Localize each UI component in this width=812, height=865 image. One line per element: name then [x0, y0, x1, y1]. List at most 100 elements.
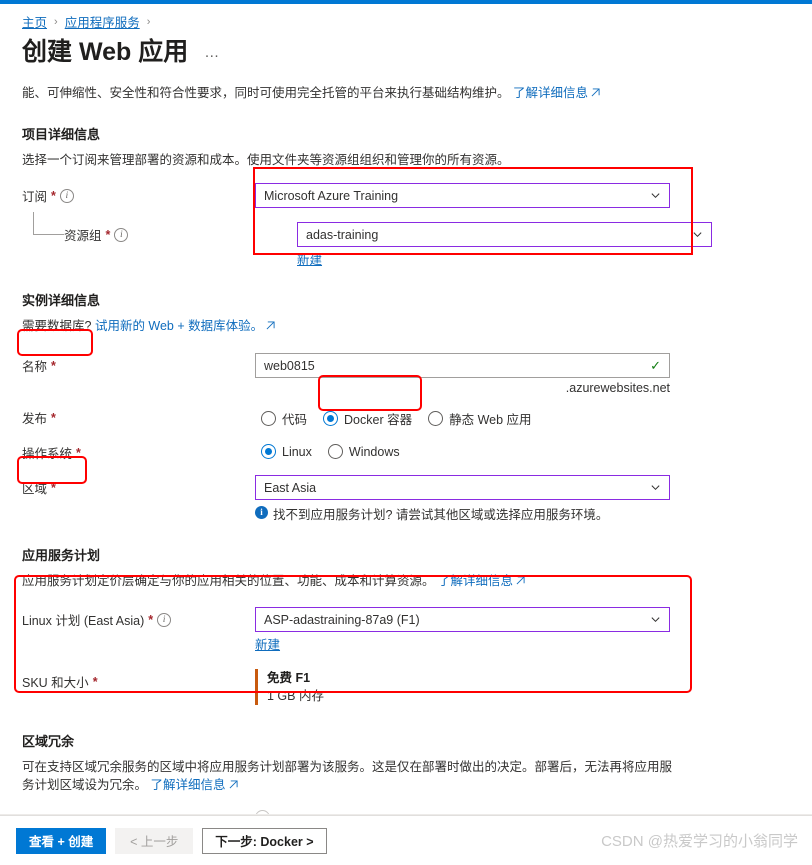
external-link-icon	[229, 780, 238, 789]
breadcrumb-separator: ›	[54, 15, 58, 28]
required-marker: *	[148, 612, 154, 627]
sku-summary[interactable]: 免费 F1 1 GB 内存	[255, 669, 796, 705]
blade-description-text: 能、可伸缩性、安全性和符合性要求，同时可使用完全托管的平台来执行基础结构维护。	[22, 86, 510, 100]
review-create-button[interactable]: 查看 + 创建	[16, 827, 107, 854]
region-select[interactable]: East Asia	[255, 475, 670, 500]
watermark: CSDN @热爱学习的小翁同学	[601, 833, 798, 850]
app-service-plan-description: 应用服务计划定价层确定与你的应用相关的位置、功能、成本和计算资源。 了解详细信息	[22, 572, 796, 590]
external-link-icon	[266, 321, 275, 330]
subscription-label-text: 订阅	[22, 190, 48, 204]
subscription-select[interactable]: Microsoft Azure Training	[255, 183, 670, 208]
radio-icon-code	[261, 411, 276, 426]
title-row: 创建 Web 应用 …	[22, 37, 796, 67]
operating-system-label-text: 操作系统	[22, 447, 73, 461]
instance-details-heading: 实例详细信息	[22, 293, 101, 308]
publish-label: 发布 *	[22, 405, 255, 427]
linux-plan-value: ASP-adastraining-87a9 (F1)	[264, 612, 420, 627]
radio-icon-windows	[327, 444, 343, 459]
publish-option-docker[interactable]: Docker 容器	[317, 406, 418, 431]
region-label-text: 区域	[22, 482, 48, 496]
breadcrumb-separator-2: ›	[146, 15, 151, 28]
page-title: 创建 Web 应用	[22, 38, 189, 66]
region-label: 区域 *	[22, 475, 255, 497]
app-service-plan-description-text: 应用服务计划定价层确定与你的应用相关的位置、功能、成本和计算资源。	[22, 574, 435, 588]
region-value: East Asia	[264, 480, 317, 495]
resource-group-field: adas-training 新建	[297, 222, 796, 268]
breadcrumb-item-app-services[interactable]: 应用程序服务	[65, 12, 140, 31]
subscription-label: 订阅 * i	[22, 183, 255, 205]
region-info-text: 找不到应用服务计划? 请尝试其他区域或选择应用服务环境。	[273, 508, 609, 522]
name-label: 名称 *	[22, 353, 255, 375]
learn-more-link-plan[interactable]: 了解详细信息	[438, 574, 513, 588]
publish-row: 发布 * 代码 Docker 容器 静态 Web 应用	[22, 405, 796, 431]
tree-connector	[33, 212, 64, 235]
linux-plan-label: Linux 计划 (East Asia) * i	[22, 607, 255, 629]
next-docker-button[interactable]: 下一步: Docker >	[202, 827, 327, 854]
publish-option-code-label: 代码	[282, 413, 308, 427]
required-marker: *	[51, 410, 56, 425]
resource-group-value: adas-training	[306, 227, 379, 242]
more-options-button[interactable]: …	[204, 44, 221, 67]
sku-row: SKU 和大小 * 免费 F1 1 GB 内存	[22, 669, 796, 705]
name-row: 名称 * web0815 ✓ .azurewebsites.net	[22, 353, 796, 395]
required-marker: *	[92, 674, 98, 689]
info-icon[interactable]: i	[157, 612, 172, 627]
publish-option-code[interactable]: 代码	[255, 406, 313, 431]
chevron-down-icon	[650, 190, 661, 201]
learn-more-link-header[interactable]: 了解详细信息	[513, 86, 588, 100]
breadcrumb-item-home[interactable]: 主页	[22, 12, 47, 31]
subscription-row: 订阅 * i Microsoft Azure Training	[22, 183, 796, 208]
name-input[interactable]: web0815 ✓	[255, 353, 670, 378]
os-option-windows-label: Windows	[348, 444, 400, 459]
required-marker: *	[105, 227, 111, 242]
resource-group-row: 资源组 * i adas-training 新建	[22, 212, 796, 268]
publish-option-static-web-app[interactable]: 静态 Web 应用	[422, 406, 537, 431]
subscription-field: Microsoft Azure Training	[255, 183, 796, 208]
operating-system-label: 操作系统 *	[22, 440, 255, 462]
subscription-value: Microsoft Azure Training	[264, 188, 399, 203]
external-link-icon	[591, 88, 600, 97]
publish-field: 代码 Docker 容器 静态 Web 应用	[255, 405, 796, 431]
learn-more-link-zone[interactable]: 了解详细信息	[151, 778, 226, 792]
region-info-message: i 找不到应用服务计划? 请尝试其他区域或选择应用服务环境。	[255, 504, 796, 523]
database-prompt: 需要数据库? 试用新的 Web + 数据库体验。	[22, 317, 796, 335]
radio-icon-docker-selected	[323, 411, 339, 426]
sku-field: 免费 F1 1 GB 内存	[255, 669, 796, 705]
os-option-windows[interactable]: Windows	[322, 441, 406, 462]
operating-system-radio-group: Linux Windows	[255, 440, 796, 462]
linux-plan-label-text: Linux 计划 (East Asia)	[22, 614, 145, 628]
sku-tier-name: 免费 F1	[267, 671, 311, 685]
info-icon[interactable]: i	[114, 227, 129, 242]
create-new-plan-link[interactable]: 新建	[255, 634, 280, 653]
chevron-down-icon	[692, 229, 703, 240]
linux-plan-row: Linux 计划 (East Asia) * i ASP-adastrainin…	[22, 607, 796, 653]
required-marker: *	[76, 445, 81, 460]
publish-option-static-label: 静态 Web 应用	[449, 413, 532, 427]
name-suffix: .azurewebsites.net	[565, 381, 670, 395]
create-new-resource-group-link[interactable]: 新建	[297, 249, 322, 268]
linux-plan-select[interactable]: ASP-adastraining-87a9 (F1)	[255, 607, 670, 632]
os-option-linux[interactable]: Linux	[255, 441, 318, 462]
region-field: East Asia i 找不到应用服务计划? 请尝试其他区域或选择应用服务环境。	[255, 475, 796, 523]
try-web-database-link[interactable]: 试用新的 Web + 数据库体验。	[95, 319, 263, 333]
zone-redundancy-description: 可在支持区域冗余服务的区域中将应用服务计划部署为该服务。这是仅在部署时做出的决定…	[22, 758, 682, 794]
info-icon[interactable]: i	[59, 188, 74, 203]
sku-memory: 1 GB 内存	[267, 689, 324, 703]
sku-label: SKU 和大小 *	[22, 669, 255, 691]
resource-group-select[interactable]: adas-training	[297, 222, 712, 247]
region-row: 区域 * East Asia i 找不到应用服务计划? 请尝试其他区域或选择应用…	[22, 475, 796, 523]
sku-label-text: SKU 和大小	[22, 676, 89, 690]
operating-system-field: Linux Windows	[255, 440, 796, 462]
linux-plan-field: ASP-adastraining-87a9 (F1) 新建	[255, 607, 796, 653]
project-details-heading: 项目详细信息	[22, 127, 101, 142]
required-marker: *	[51, 480, 56, 495]
publish-radio-group: 代码 Docker 容器 静态 Web 应用	[255, 405, 796, 431]
zone-redundancy-heading: 区域冗余	[22, 734, 75, 749]
valid-check-icon: ✓	[650, 358, 661, 373]
breadcrumb: 主页 › 应用程序服务 ›	[22, 12, 796, 31]
project-details-description: 选择一个订阅来管理部署的资源和成本。使用文件夹等资源组组织和管理你的所有资源。	[22, 153, 510, 167]
publish-label-text: 发布	[22, 412, 48, 426]
radio-icon-linux-selected	[261, 444, 276, 459]
external-link-icon	[516, 576, 525, 585]
database-prompt-text: 需要数据库?	[22, 319, 92, 333]
